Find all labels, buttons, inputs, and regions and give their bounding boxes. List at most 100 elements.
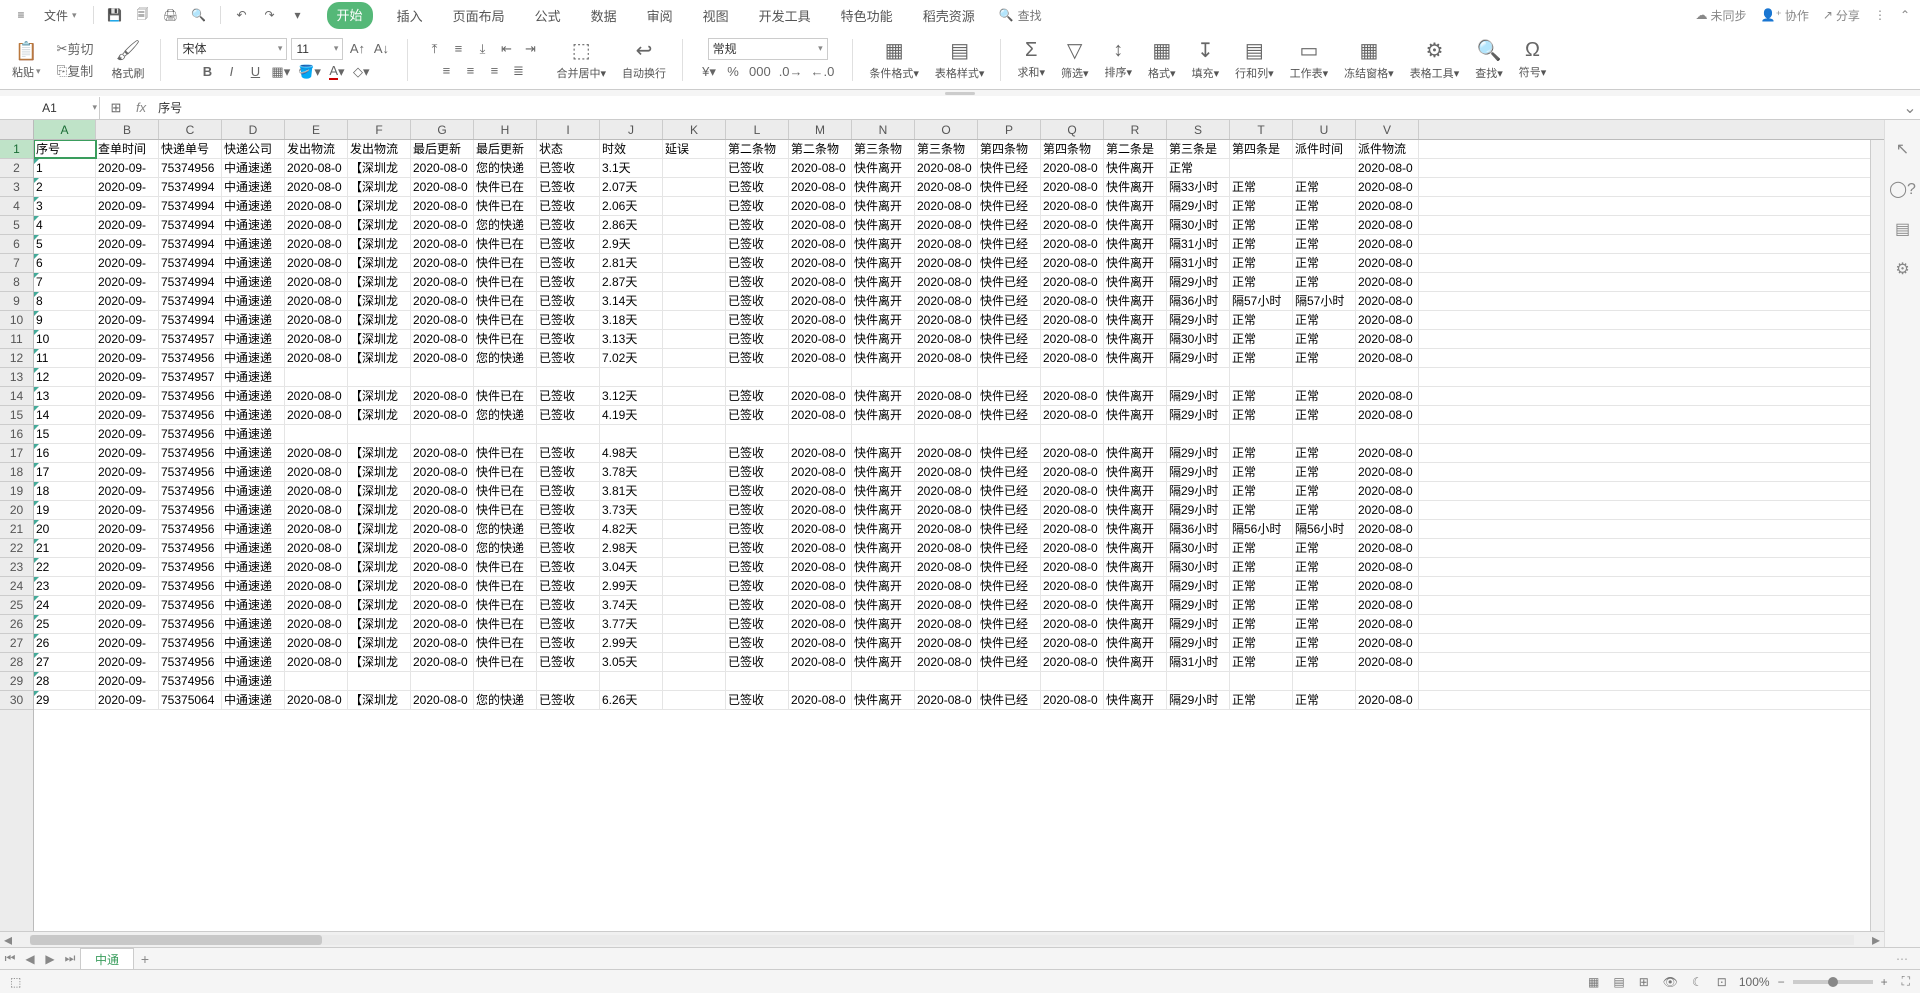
row-header[interactable]: 1 bbox=[0, 140, 33, 159]
cell[interactable]: 2020-08-0 bbox=[789, 539, 852, 557]
cell[interactable]: 正常 bbox=[1293, 539, 1356, 557]
cell[interactable]: 75374956 bbox=[159, 387, 222, 405]
cell[interactable]: 隔29小时 bbox=[1167, 501, 1230, 519]
cell[interactable]: 快件已经 bbox=[978, 311, 1041, 329]
cell[interactable]: 正常 bbox=[1230, 634, 1293, 652]
cell[interactable]: 2020-08-0 bbox=[1041, 235, 1104, 253]
find-button[interactable]: 🔍查找▾ bbox=[1471, 35, 1507, 85]
cell[interactable]: 快件离开 bbox=[1104, 463, 1167, 481]
cell[interactable]: 3.05天 bbox=[600, 653, 663, 671]
cell[interactable]: 75374956 bbox=[159, 653, 222, 671]
cell[interactable]: 隔31小时 bbox=[1167, 254, 1230, 272]
cell[interactable]: 75374994 bbox=[159, 197, 222, 215]
cell[interactable]: 2020-09- bbox=[96, 501, 159, 519]
cell[interactable]: 快件已经 bbox=[978, 273, 1041, 291]
cell[interactable]: 6 bbox=[34, 254, 96, 272]
cell[interactable]: 已签收 bbox=[726, 178, 789, 196]
row-header[interactable]: 16 bbox=[0, 425, 33, 444]
cell[interactable]: 隔29小时 bbox=[1167, 482, 1230, 500]
cell[interactable]: 10 bbox=[34, 330, 96, 348]
cell[interactable]: 2020-08-0 bbox=[285, 558, 348, 576]
cell[interactable]: 快件已在 bbox=[474, 482, 537, 500]
cell[interactable]: 3.13天 bbox=[600, 330, 663, 348]
cell[interactable]: 2020-08-0 bbox=[915, 501, 978, 519]
italic-button[interactable]: I bbox=[221, 62, 241, 82]
cell[interactable]: 2020-09- bbox=[96, 691, 159, 709]
cell[interactable] bbox=[663, 216, 726, 234]
symbol-button[interactable]: Ω符号▾ bbox=[1515, 35, 1551, 85]
cell[interactable]: 2020-09- bbox=[96, 159, 159, 177]
cell[interactable] bbox=[1356, 672, 1419, 690]
cell[interactable]: 2020-08-0 bbox=[915, 615, 978, 633]
cell[interactable] bbox=[663, 330, 726, 348]
cell[interactable] bbox=[852, 672, 915, 690]
cell[interactable]: 2020-08-0 bbox=[411, 216, 474, 234]
cell[interactable] bbox=[915, 672, 978, 690]
sheet-nav-next[interactable]: ▶ bbox=[40, 952, 60, 966]
cell[interactable]: 2020-09- bbox=[96, 216, 159, 234]
cell[interactable]: 已签收 bbox=[726, 520, 789, 538]
cell[interactable]: 第三条物 bbox=[852, 140, 915, 158]
cell[interactable]: 2020-08-0 bbox=[915, 292, 978, 310]
cell[interactable]: 2020-08-0 bbox=[1356, 292, 1419, 310]
row-header[interactable]: 23 bbox=[0, 558, 33, 577]
cell[interactable]: 快件已经 bbox=[978, 406, 1041, 424]
help-icon[interactable]: ◯? bbox=[1892, 178, 1914, 200]
cell[interactable]: 3.18天 bbox=[600, 311, 663, 329]
cell[interactable]: 【深圳龙 bbox=[348, 273, 411, 291]
cell[interactable]: 快件已经 bbox=[978, 577, 1041, 595]
cell[interactable]: 快件离开 bbox=[1104, 406, 1167, 424]
cell[interactable]: 2020-09- bbox=[96, 330, 159, 348]
status-record-icon[interactable]: ⬚ bbox=[8, 975, 23, 989]
cell[interactable]: 已签收 bbox=[537, 520, 600, 538]
cell[interactable]: 2020-09- bbox=[96, 577, 159, 595]
cell[interactable] bbox=[663, 634, 726, 652]
cell[interactable]: 2020-08-0 bbox=[915, 216, 978, 234]
cell[interactable]: 18 bbox=[34, 482, 96, 500]
cell[interactable]: 快件离开 bbox=[852, 197, 915, 215]
cell[interactable]: 75374956 bbox=[159, 501, 222, 519]
cell[interactable] bbox=[663, 254, 726, 272]
row-header[interactable]: 9 bbox=[0, 292, 33, 311]
cell[interactable]: 2020-08-0 bbox=[1356, 596, 1419, 614]
cell[interactable]: 中通速递 bbox=[222, 634, 285, 652]
cell[interactable]: 正常 bbox=[1293, 482, 1356, 500]
copy-button[interactable]: ⎘ 复制 bbox=[55, 61, 95, 81]
cell[interactable]: 已签收 bbox=[537, 406, 600, 424]
save-icon[interactable]: 💾 bbox=[104, 4, 126, 26]
cell[interactable]: 2020-08-0 bbox=[915, 387, 978, 405]
cell[interactable]: 正常 bbox=[1230, 216, 1293, 234]
cell[interactable]: 2020-08-0 bbox=[789, 197, 852, 215]
cell[interactable]: 正常 bbox=[1293, 387, 1356, 405]
cell[interactable]: 快件已在 bbox=[474, 615, 537, 633]
cell[interactable]: 75374956 bbox=[159, 444, 222, 462]
cell[interactable]: 正常 bbox=[1293, 653, 1356, 671]
row-col-button[interactable]: ▤行和列▾ bbox=[1231, 35, 1278, 85]
cell[interactable]: 快件离开 bbox=[1104, 539, 1167, 557]
col-header[interactable]: O bbox=[915, 120, 978, 139]
cell[interactable] bbox=[915, 425, 978, 443]
cell[interactable]: 2020-08-0 bbox=[915, 235, 978, 253]
cell[interactable]: 【深圳龙 bbox=[348, 311, 411, 329]
cell[interactable]: 【深圳龙 bbox=[348, 691, 411, 709]
cell[interactable]: 5 bbox=[34, 235, 96, 253]
cell[interactable]: 2020-08-0 bbox=[789, 216, 852, 234]
cell[interactable]: 【深圳龙 bbox=[348, 539, 411, 557]
sort-button[interactable]: ↕排序▾ bbox=[1101, 35, 1137, 85]
decrease-decimal-icon[interactable]: ←.0 bbox=[809, 62, 837, 82]
cell[interactable]: 序号 bbox=[34, 140, 96, 158]
conditional-format-button[interactable]: ▦条件格式▾ bbox=[865, 35, 923, 85]
cell[interactable]: 2020-09- bbox=[96, 672, 159, 690]
cell[interactable] bbox=[1041, 672, 1104, 690]
cell[interactable]: 快件离开 bbox=[1104, 311, 1167, 329]
cell[interactable]: 75374956 bbox=[159, 577, 222, 595]
format-button[interactable]: ▦格式▾ bbox=[1144, 35, 1180, 85]
align-right-icon[interactable]: ≡ bbox=[484, 61, 504, 81]
cell[interactable]: 2020-08-0 bbox=[789, 406, 852, 424]
cell[interactable]: 2020-08-0 bbox=[789, 463, 852, 481]
cell[interactable]: 2020-08-0 bbox=[285, 615, 348, 633]
font-name-combo[interactable]: 宋体▾ bbox=[177, 38, 287, 60]
cell[interactable]: 2020-08-0 bbox=[1041, 444, 1104, 462]
cell[interactable]: 【深圳龙 bbox=[348, 178, 411, 196]
cell[interactable]: 快件离开 bbox=[1104, 615, 1167, 633]
